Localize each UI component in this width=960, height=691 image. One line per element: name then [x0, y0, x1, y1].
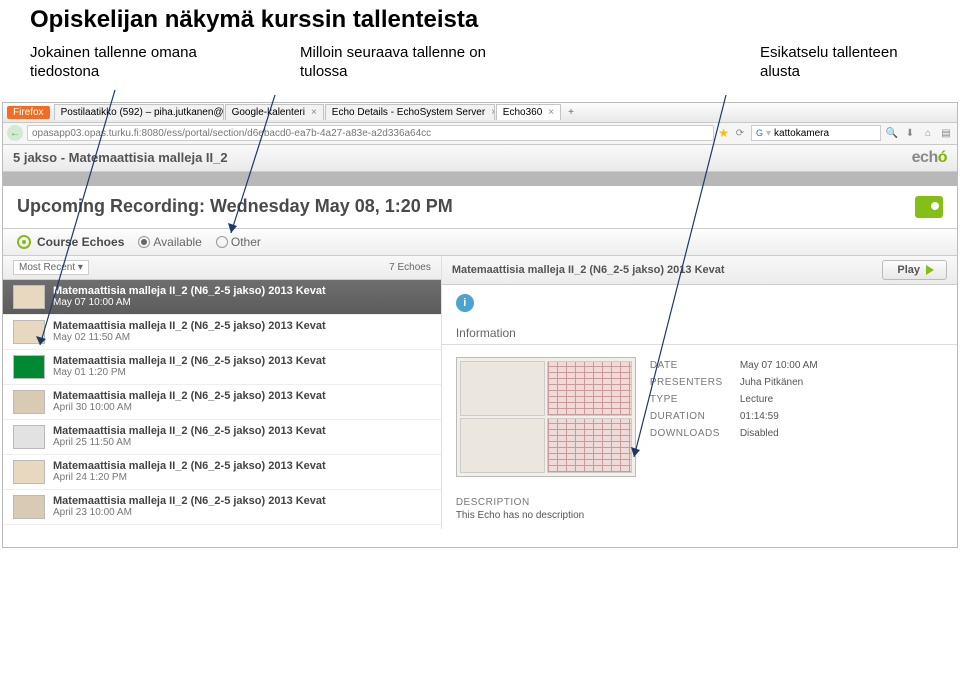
tab-2-label: Echo Details - EchoSystem Server — [332, 107, 485, 118]
echo-date: April 30 10:00 AM — [53, 402, 326, 413]
list-item[interactable]: Matemaattisia malleja II_2 (N6_2-5 jakso… — [3, 420, 441, 455]
info-icon[interactable]: i — [456, 294, 474, 312]
echo-date: May 01 1:20 PM — [53, 367, 326, 378]
list-item[interactable]: Matemaattisia malleja II_2 (N6_2-5 jakso… — [3, 490, 441, 525]
echo-title: Matemaattisia malleja II_2 (N6_2-5 jakso… — [53, 425, 326, 437]
thumbnail-icon — [13, 495, 45, 519]
download-icon[interactable]: ⬇ — [903, 126, 917, 140]
echo-title: Matemaattisia malleja II_2 (N6_2-5 jakso… — [53, 355, 326, 367]
search-provider-icon: G — [756, 128, 763, 138]
echo-count: 7 Echoes — [389, 262, 431, 273]
new-tab-button[interactable]: + — [562, 105, 580, 120]
play-icon — [926, 265, 934, 275]
echo-title: Matemaattisia malleja II_2 (N6_2-5 jakso… — [53, 460, 326, 472]
echo-title: Matemaattisia malleja II_2 (N6_2-5 jakso… — [53, 390, 326, 402]
thumbnail-icon — [13, 425, 45, 449]
back-icon[interactable]: ← — [7, 125, 23, 141]
chevron-down-icon[interactable]: ▾ — [766, 128, 771, 139]
menu-icon[interactable]: ▤ — [939, 126, 953, 140]
home-icon[interactable]: ⌂ — [921, 126, 935, 140]
echo-date: April 23 10:00 AM — [53, 507, 326, 518]
arrow-3 — [626, 95, 756, 465]
tab-3-label: Echo360 — [503, 107, 542, 118]
thumbnail-icon — [13, 460, 45, 484]
preview-thumbnail[interactable] — [456, 357, 636, 477]
annotation-upcoming: Milloin seuraava tallenne on tulossa — [300, 44, 500, 82]
desc-key: DESCRIPTION — [456, 497, 943, 508]
annotation-file: Jokainen tallenne omana tiedostona — [30, 44, 230, 82]
echo-title: Matemaattisia malleja II_2 (N6_2-5 jakso… — [53, 495, 326, 507]
arrow-1 — [30, 90, 150, 350]
search-input[interactable]: kattokamera — [774, 128, 829, 139]
play-button[interactable]: Play — [882, 260, 947, 280]
desc-val: This Echo has no description — [456, 510, 943, 521]
slide-title: Opiskelijan näkymä kurssin tallenteista — [0, 0, 960, 38]
close-icon[interactable]: × — [311, 107, 317, 118]
annotation-preview: Esikatselu tallenteen alusta — [760, 44, 930, 82]
list-icon — [17, 235, 31, 249]
arrow-2 — [225, 95, 295, 240]
record-icon — [915, 196, 943, 218]
search-icon[interactable]: 🔍 — [885, 126, 899, 140]
list-item[interactable]: Matemaattisia malleja II_2 (N6_2-5 jakso… — [3, 455, 441, 490]
close-icon[interactable]: × — [548, 107, 554, 118]
echo-date: April 25 11:50 AM — [53, 437, 326, 448]
tab-3[interactable]: Echo360 × — [496, 104, 561, 120]
echo-date: April 24 1:20 PM — [53, 472, 326, 483]
thumbnail-icon — [13, 355, 45, 379]
footer-spacer — [3, 529, 957, 547]
thumbnail-icon — [13, 390, 45, 414]
list-item[interactable]: Matemaattisia malleja II_2 (N6_2-5 jakso… — [3, 350, 441, 385]
close-icon[interactable]: × — [491, 107, 495, 118]
tab-2[interactable]: Echo Details - EchoSystem Server × — [325, 104, 495, 120]
description-block: DESCRIPTION This Echo has no description — [442, 489, 957, 529]
search-box[interactable]: G ▾ kattokamera — [751, 125, 881, 141]
list-item[interactable]: Matemaattisia malleja II_2 (N6_2-5 jakso… — [3, 385, 441, 420]
echo-logo: echó — [912, 149, 947, 167]
